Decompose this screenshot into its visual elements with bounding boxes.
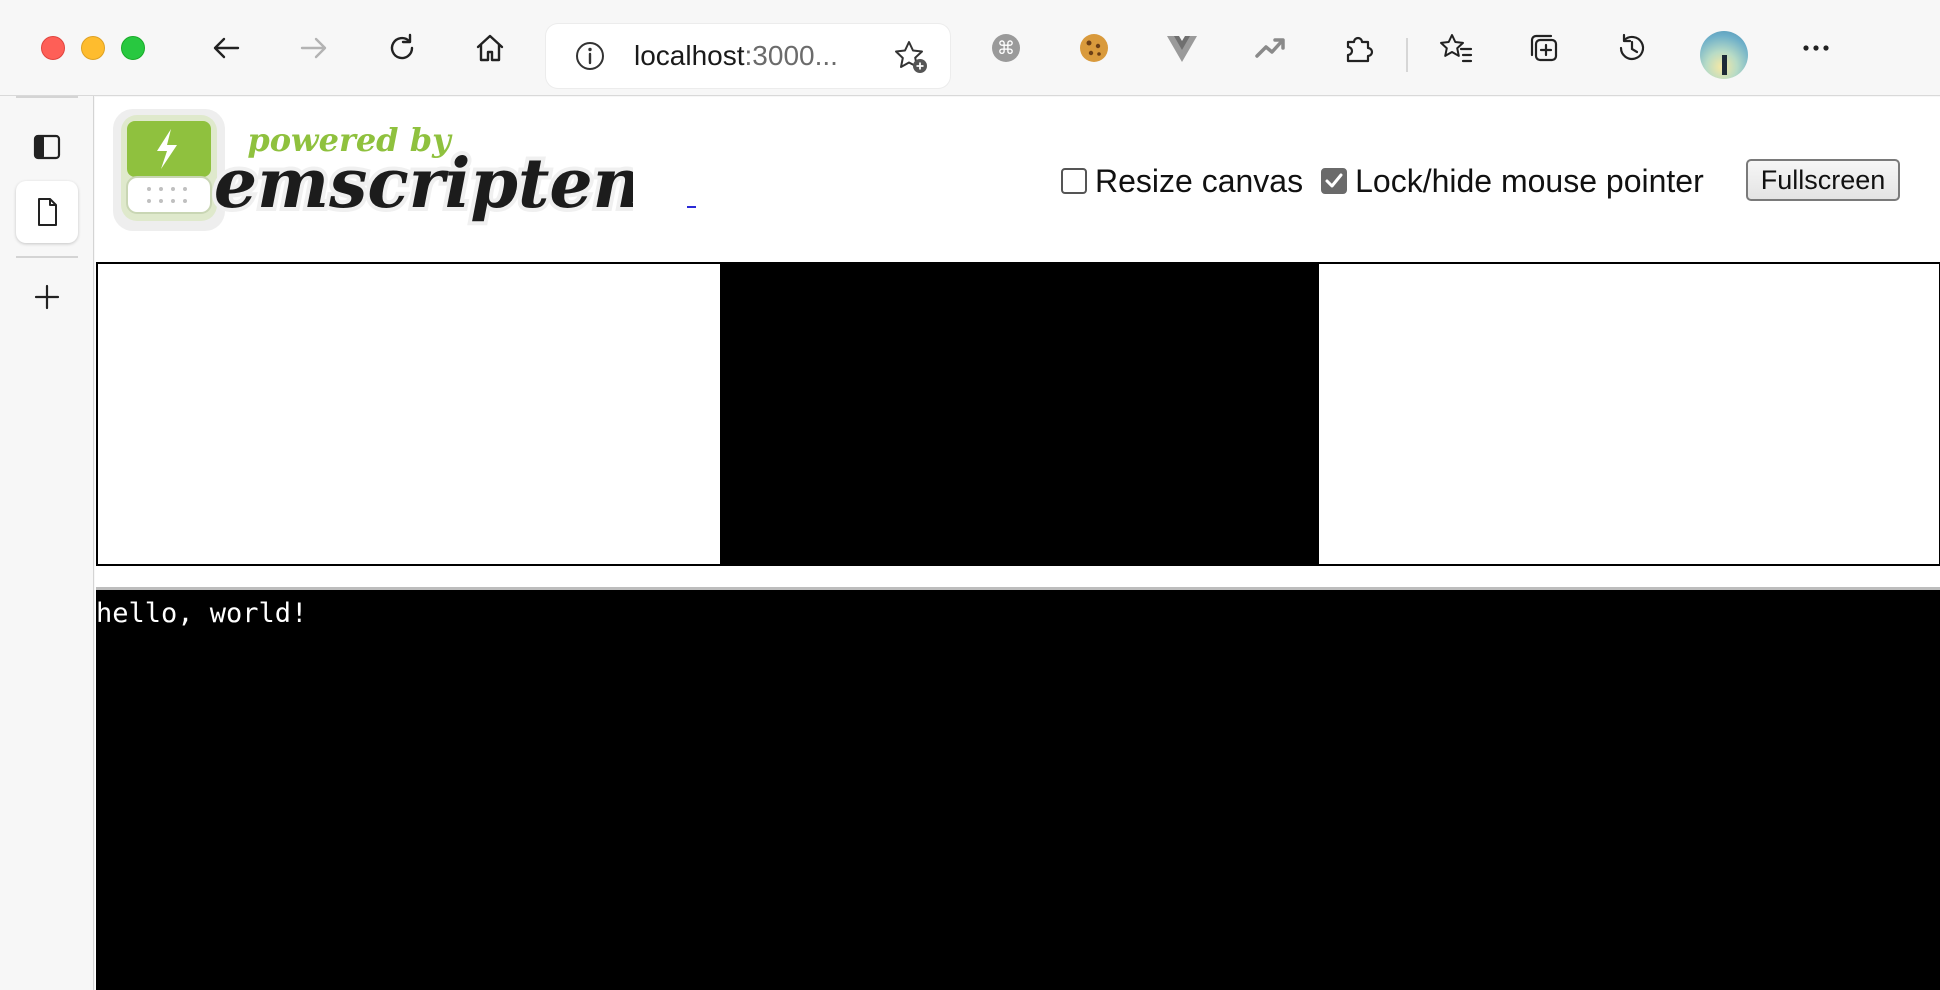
url-host: localhost: [634, 40, 745, 71]
add-favorite-icon[interactable]: [892, 38, 930, 76]
browser-titlebar: localhost:3000... ⌘: [0, 0, 1940, 96]
logo-name: emscripten: [214, 144, 633, 224]
url-rest: :3000...: [744, 40, 838, 71]
emscripten-logo[interactable]: powered by emscripten: [113, 109, 633, 231]
reload-icon[interactable]: [384, 30, 420, 66]
maximize-window-button[interactable]: [121, 36, 145, 60]
collections-icon[interactable]: [1526, 30, 1562, 66]
canvas-black-region: [720, 264, 1319, 564]
spinner-link[interactable]: [687, 206, 696, 208]
vertical-tabs-sidebar: [0, 96, 94, 990]
lock-pointer-label[interactable]: Lock/hide mouse pointer: [1355, 163, 1704, 200]
console-output[interactable]: hello, world!: [96, 587, 1940, 990]
tab-layout-icon[interactable]: [16, 116, 78, 178]
address-bar[interactable]: localhost:3000...: [546, 24, 950, 88]
site-info-icon[interactable]: [574, 40, 606, 72]
toolbar-divider: [1406, 38, 1408, 72]
home-icon[interactable]: [472, 30, 508, 66]
lock-pointer-checkbox[interactable]: [1321, 168, 1348, 194]
console-text: hello, world!: [96, 598, 308, 629]
forward-icon[interactable]: [296, 30, 332, 66]
profile-avatar[interactable]: [1700, 31, 1748, 79]
minimize-window-button[interactable]: [81, 36, 105, 60]
resize-canvas-checkbox[interactable]: [1061, 168, 1087, 194]
vue-devtools-icon[interactable]: [1164, 30, 1200, 66]
new-tab-plus-icon[interactable]: [16, 266, 78, 328]
resize-canvas-label[interactable]: Resize canvas: [1095, 163, 1303, 200]
svg-text:⌘: ⌘: [997, 38, 1015, 59]
extensions-puzzle-icon[interactable]: [1340, 30, 1376, 66]
close-window-button[interactable]: [41, 36, 65, 60]
page-icon[interactable]: [16, 181, 78, 243]
output-canvas[interactable]: [96, 262, 1940, 566]
fullscreen-button[interactable]: Fullscreen: [1746, 159, 1900, 201]
cookie-icon[interactable]: [1076, 30, 1112, 66]
extension-command-icon[interactable]: ⌘: [988, 30, 1024, 66]
favorites-icon[interactable]: [1438, 30, 1474, 66]
address-url[interactable]: localhost:3000...: [634, 40, 838, 72]
trend-icon[interactable]: [1252, 30, 1288, 66]
back-icon[interactable]: [208, 30, 244, 66]
more-menu-icon[interactable]: [1798, 30, 1834, 66]
page-content: powered by emscripten Resize canvas Lock…: [95, 97, 1940, 990]
history-icon[interactable]: [1614, 30, 1650, 66]
canvas-controls: Resize canvas Lock/hide mouse pointer: [1061, 161, 1722, 201]
